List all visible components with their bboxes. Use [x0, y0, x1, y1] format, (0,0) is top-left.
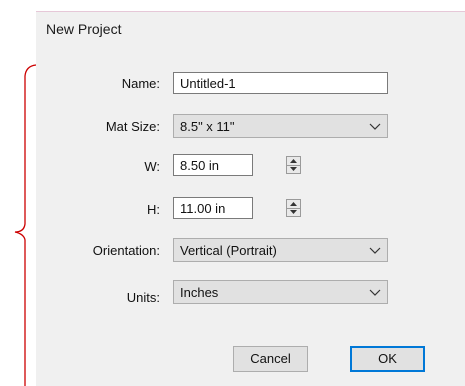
units-value: Inches — [180, 285, 219, 300]
chevron-down-icon — [369, 247, 381, 254]
mat-size-select[interactable]: 8.5" x 11" — [173, 114, 388, 138]
chevron-down-icon — [369, 289, 381, 296]
chevron-down-icon — [369, 123, 381, 130]
height-stepper: 11.00 in — [173, 197, 303, 219]
arrow-down-icon[interactable] — [287, 209, 300, 217]
dialog-top-border — [36, 0, 465, 12]
orientation-select[interactable]: Vertical (Portrait) — [173, 238, 388, 262]
units-label: Units: — [126, 290, 160, 305]
cancel-button[interactable]: Cancel — [233, 346, 308, 372]
new-project-dialog: New Project Name: Untitled-1 Mat Size: 8… — [36, 0, 465, 386]
height-input[interactable]: 11.00 in — [173, 197, 253, 219]
width-spin-buttons[interactable] — [286, 156, 301, 174]
width-stepper: 8.50 in — [173, 154, 303, 176]
mat-size-value: 8.5" x 11" — [180, 119, 235, 134]
name-label: Name: — [121, 76, 160, 91]
ok-button[interactable]: OK — [350, 346, 425, 372]
orientation-value: Vertical (Portrait) — [180, 243, 277, 258]
arrow-up-icon[interactable] — [287, 157, 300, 166]
height-label: H: — [147, 202, 160, 217]
arrow-down-icon[interactable] — [287, 166, 300, 174]
name-input[interactable]: Untitled-1 — [173, 72, 388, 94]
units-select[interactable]: Inches — [173, 280, 388, 304]
height-spin-buttons[interactable] — [286, 199, 301, 217]
dialog-title: New Project — [46, 21, 122, 37]
width-input[interactable]: 8.50 in — [173, 154, 253, 176]
width-label: W: — [144, 159, 160, 174]
annotation-bracket — [14, 64, 38, 386]
orientation-label: Orientation: — [92, 243, 160, 258]
mat-size-label: Mat Size: — [105, 119, 160, 134]
arrow-up-icon[interactable] — [287, 200, 300, 209]
